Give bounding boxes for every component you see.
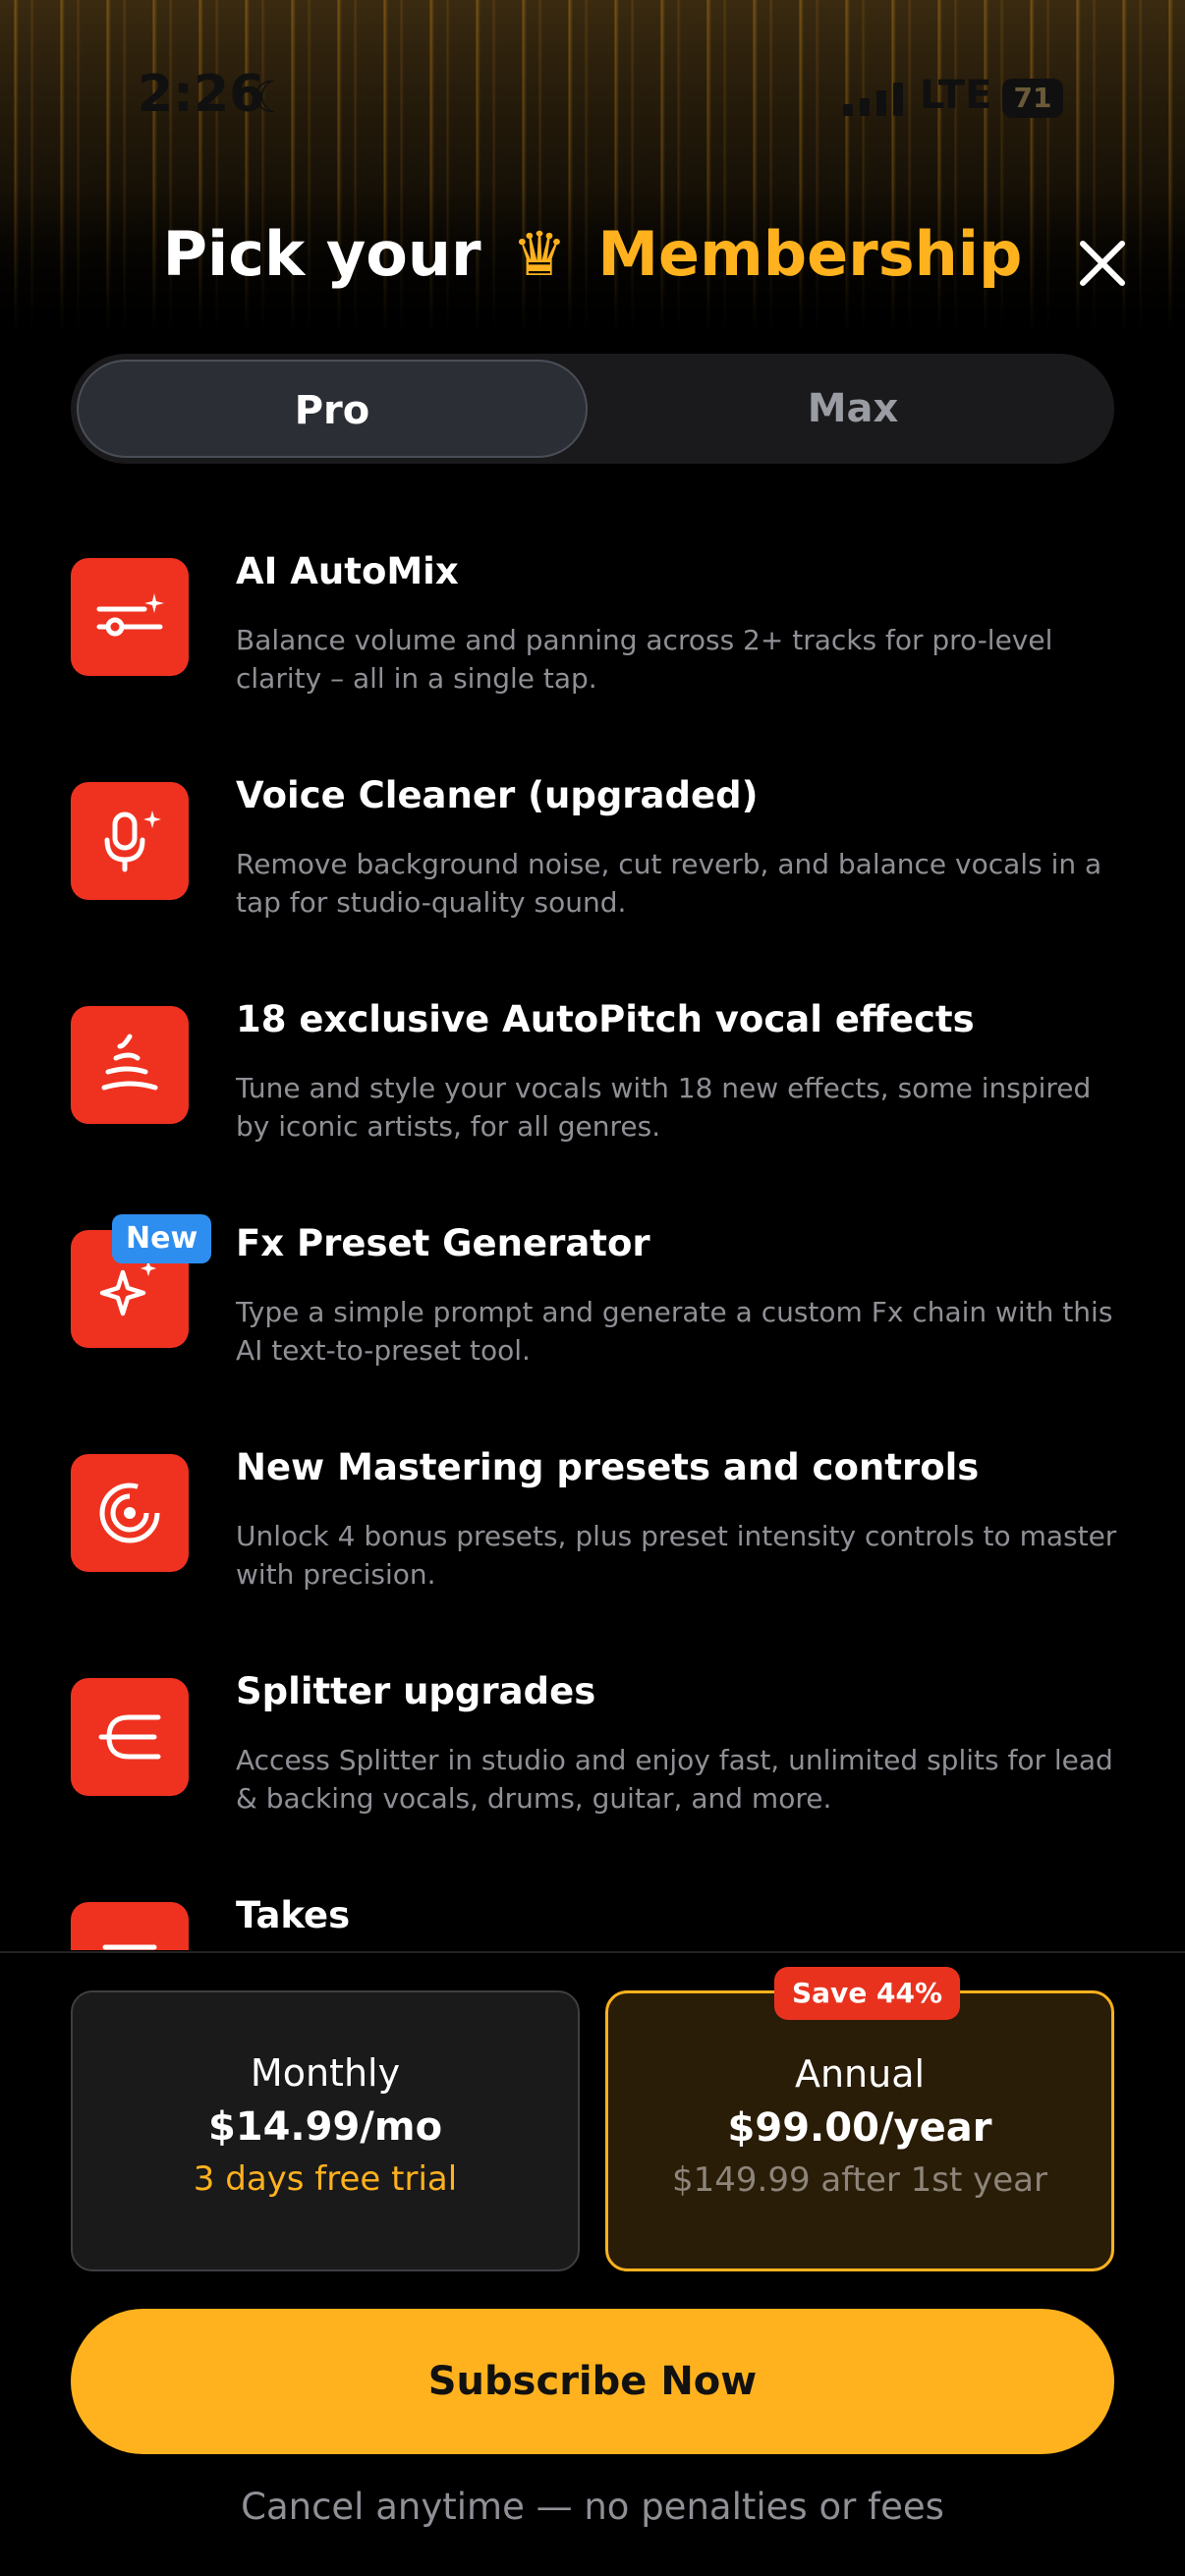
status-bar: 2:26 ☾ LTE 71 — [0, 59, 1185, 138]
feature-item: Takes — [0, 1875, 1185, 1950]
tab-pro[interactable]: Pro — [77, 360, 588, 458]
feature-item: New Fx Preset Generator Type a simple pr… — [0, 1203, 1185, 1427]
feature-description: Unlock 4 bonus presets, plus preset inte… — [236, 1520, 1117, 1591]
plan-tier-toggle: Pro Max — [71, 354, 1114, 464]
feature-title: Voice Cleaner (upgraded) — [236, 774, 759, 816]
feature-item: 18 exclusive AutoPitch vocal effects Tun… — [0, 979, 1185, 1203]
title-accent: Membership — [597, 218, 1023, 290]
feature-list: AI AutoMix Balance volume and panning ac… — [0, 531, 1185, 1950]
new-badge: New — [112, 1214, 212, 1263]
feature-title: AI AutoMix — [236, 550, 459, 592]
save-badge: Save 44% — [774, 1967, 961, 2020]
feature-title: 18 exclusive AutoPitch vocal effects — [236, 998, 975, 1040]
microphone-sparkle-icon — [71, 782, 189, 900]
feature-description: Access Splitter in studio and enjoy fast… — [236, 1744, 1113, 1815]
feature-title: Takes — [236, 1894, 351, 1936]
feature-description: Tune and style your vocals with 18 new e… — [236, 1072, 1092, 1143]
feature-title: Splitter upgrades — [236, 1670, 596, 1712]
feature-item: AI AutoMix Balance volume and panning ac… — [0, 531, 1185, 755]
plan-name: Annual — [794, 2052, 926, 2096]
feature-item: Splitter upgrades Access Splitter in stu… — [0, 1651, 1185, 1875]
feature-description: Balance volume and panning across 2+ tra… — [236, 624, 1053, 695]
splitter-icon — [71, 1678, 189, 1796]
plan-price: $14.99/mo — [207, 2104, 443, 2150]
battery-icon: 71 — [1002, 79, 1063, 118]
close-button[interactable] — [1073, 234, 1132, 293]
crown-icon: ♛ — [512, 218, 567, 290]
page-title: Pick your ♛ Membership — [0, 218, 1185, 290]
feature-item: Voice Cleaner (upgraded) Remove backgrou… — [0, 755, 1185, 979]
feature-title: New Mastering presets and controls — [236, 1446, 980, 1488]
takes-icon — [71, 1902, 189, 1950]
feature-description: Type a simple prompt and generate a cust… — [236, 1296, 1113, 1367]
plan-card-annual[interactable]: Annual $99.00/year $149.99 after 1st yea… — [605, 1990, 1114, 2271]
moon-icon: ☾ — [252, 73, 291, 123]
signal-icon — [843, 83, 903, 116]
network-label: LTE — [920, 73, 992, 118]
feature-item: New Mastering presets and controls Unloc… — [0, 1427, 1185, 1651]
plan-subtext: $149.99 after 1st year — [672, 2160, 1047, 2200]
plan-price: $99.00/year — [727, 2105, 992, 2151]
plan-subtext: 3 days free trial — [193, 2159, 458, 2199]
mastering-spiral-icon — [71, 1454, 189, 1572]
subscribe-button[interactable]: Subscribe Now — [71, 2309, 1114, 2454]
divider — [0, 1951, 1185, 1953]
automix-sliders-icon — [71, 558, 189, 676]
autopitch-wave-icon — [71, 1006, 189, 1124]
status-time: 2:26 — [138, 65, 265, 124]
feature-description: Remove background noise, cut reverb, and… — [236, 848, 1102, 919]
close-icon — [1080, 241, 1125, 286]
cancel-note: Cancel anytime — no penalties or fees — [241, 2486, 944, 2528]
plan-card-monthly[interactable]: Monthly $14.99/mo 3 days free trial — [71, 1990, 580, 2271]
plan-name: Monthly — [250, 2051, 401, 2095]
title-prefix: Pick your — [162, 218, 481, 290]
feature-title: Fx Preset Generator — [236, 1222, 650, 1264]
tab-max[interactable]: Max — [597, 360, 1108, 458]
